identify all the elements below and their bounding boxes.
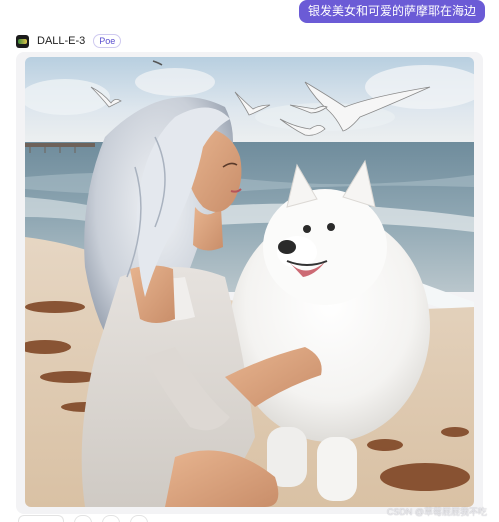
poe-badge: Poe (93, 34, 122, 48)
bot-header: DALL-E-3 Poe (16, 33, 122, 49)
more-button[interactable] (130, 515, 148, 522)
watermark: CSDN @草莓屁屁我不吃 (386, 507, 487, 517)
image-message-card (16, 52, 483, 514)
message-actions (18, 515, 148, 522)
generated-image-illustration (25, 57, 474, 507)
user-message-bubble: 银发美女和可爱的萨摩耶在海边 (298, 0, 485, 23)
chat-page: 银发美女和可爱的萨摩耶在海边 DALL-E-3 Poe CSDN @草莓屁屁我不… (0, 0, 499, 522)
dalle-logo-icon (16, 34, 29, 48)
bot-name[interactable]: DALL-E-3 (37, 35, 85, 47)
dislike-button[interactable] (102, 515, 120, 522)
share-button[interactable] (18, 515, 64, 522)
generated-image[interactable] (25, 57, 474, 507)
like-button[interactable] (74, 515, 92, 522)
